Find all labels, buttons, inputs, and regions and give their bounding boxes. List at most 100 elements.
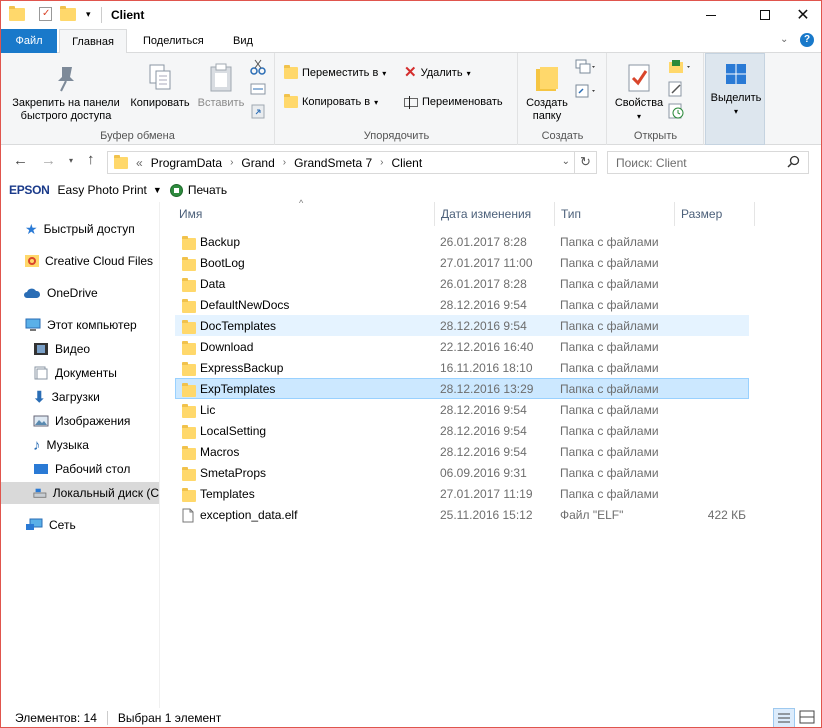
address-dropdown-icon[interactable]: ⌄ — [562, 156, 570, 167]
recent-locations-icon[interactable]: ▾ — [69, 156, 73, 165]
file-date: 16.11.2016 18:10 — [440, 361, 533, 375]
chevron-right-icon[interactable]: › — [283, 157, 286, 168]
column-date[interactable]: Дата изменения — [435, 202, 555, 226]
nav-video[interactable]: Видео — [33, 338, 90, 360]
column-size[interactable]: Размер — [675, 202, 755, 226]
file-date: 26.01.2017 8:28 — [440, 235, 527, 249]
close-button[interactable]: ✕ — [781, 1, 821, 29]
tab-file[interactable]: Файл — [1, 29, 57, 53]
file-row[interactable]: DocTemplates 28.12.2016 9:54 Папка с файла… — [175, 315, 749, 336]
properties-button[interactable]: Свойства ▾ — [610, 63, 668, 123]
nav-downloads[interactable]: ⬇ Загрузки — [33, 386, 100, 408]
back-arrow-icon[interactable]: ← — [13, 152, 28, 169]
breadcrumb-programdata[interactable]: ProgramData — [151, 156, 222, 170]
move-folder-icon — [284, 65, 298, 79]
nav-images[interactable]: Изображения — [33, 410, 130, 432]
file-date: 27.01.2017 11:00 — [440, 256, 533, 270]
network-icon — [26, 518, 43, 530]
nav-network[interactable]: Сеть — [25, 514, 76, 536]
properties-icon[interactable]: ✓ — [39, 7, 52, 21]
new-folder-label-line1: Создать — [526, 97, 568, 109]
address-bar[interactable]: « ProgramData › Grand › GrandSmeta 7 › C… — [107, 151, 597, 174]
open-icon[interactable] — [668, 59, 694, 78]
new-folder-icon[interactable] — [60, 5, 76, 21]
organize-group-label: Упорядочить — [363, 130, 430, 142]
file-row[interactable]: Lic 28.12.2016 9:54 Папка с файлами — [175, 399, 749, 420]
easy-access-icon[interactable] — [575, 83, 597, 102]
new-item-icon[interactable] — [575, 59, 597, 78]
file-row[interactable]: ExpressBackup 16.11.2016 18:10 Папка с фай… — [175, 357, 749, 378]
breadcrumb-grandsmeta[interactable]: GrandSmeta 7 — [294, 156, 372, 170]
file-name: ExpTemplates — [200, 382, 276, 396]
file-row[interactable]: DefaultNewDocs 28.12.2016 9:54 Папка с фай… — [175, 294, 749, 315]
file-row[interactable]: Download 22.12.2016 16:40 Папка с файлами — [175, 336, 749, 357]
search-input[interactable]: Поиск: Client — [607, 151, 809, 174]
file-name: Download — [200, 340, 254, 354]
file-row[interactable]: ExpTemplates 28.12.2016 13:29 Папка с файл… — [175, 378, 749, 399]
title-bar: ✓ ▾ Client ✕ — [1, 1, 821, 29]
copy-path-icon[interactable] — [250, 83, 266, 98]
column-name[interactable]: Имя — [173, 202, 435, 226]
help-icon[interactable]: ? — [800, 33, 814, 47]
paste-button[interactable]: Вставить — [195, 63, 247, 110]
select-button[interactable]: Выделить ▾ — [708, 62, 764, 118]
file-row[interactable]: Templates 27.01.2017 11:19 Папка с файлами — [175, 483, 749, 504]
epson-app-button[interactable]: Easy Photo Print — [58, 183, 147, 197]
customize-qa-icon[interactable]: ▾ — [86, 9, 91, 20]
file-row[interactable]: LocalSetting 28.12.2016 9:54 Папка с файла… — [175, 420, 749, 441]
file-row[interactable]: Macros 28.12.2016 9:54 Папка с файлами — [175, 441, 749, 462]
file-row[interactable]: Backup 26.01.2017 8:28 Папка с файлами — [175, 231, 749, 252]
pin-quick-access-button[interactable]: Закрепить на панели быстрого доступа — [7, 63, 125, 123]
new-folder-button[interactable]: Создать папку — [521, 63, 573, 123]
nav-onedrive[interactable]: OneDrive — [23, 282, 98, 304]
nav-label: Загрузки — [51, 390, 100, 404]
overflow-chevron[interactable]: « — [136, 156, 143, 170]
chevron-right-icon[interactable]: › — [380, 157, 383, 168]
nav-music[interactable]: ♪ Музыка — [33, 434, 89, 456]
column-type[interactable]: Тип — [555, 202, 675, 226]
cut-icon[interactable] — [250, 59, 266, 78]
delete-icon: ✕ — [404, 64, 417, 81]
large-icons-view-button[interactable] — [797, 708, 819, 727]
nav-label: Быстрый доступ — [43, 222, 135, 236]
up-arrow-icon[interactable]: ↑ — [87, 151, 95, 168]
tab-home[interactable]: Главная — [59, 29, 127, 54]
collapse-ribbon-icon[interactable]: ⌄ — [780, 34, 788, 45]
file-row[interactable]: exception_data.elf 25.11.2016 15:12 Файл "… — [175, 504, 749, 525]
edit-icon[interactable] — [668, 81, 684, 100]
music-icon: ♪ — [33, 436, 41, 454]
nav-creative-cloud[interactable]: Creative Cloud Files — [25, 250, 153, 272]
chevron-right-icon[interactable]: › — [230, 157, 233, 168]
file-row[interactable]: SmetaProps 06.09.2016 9:31 Папка с файлами — [175, 462, 749, 483]
forward-arrow-icon[interactable]: → — [41, 152, 56, 169]
select-group[interactable]: Выделить ▾ — [705, 53, 765, 145]
file-date: 26.01.2017 8:28 — [440, 277, 527, 291]
tab-share[interactable]: Поделиться — [133, 29, 214, 53]
nav-this-pc[interactable]: Этот компьютер — [25, 314, 137, 336]
nav-desktop[interactable]: Рабочий стол — [33, 458, 130, 480]
breadcrumb-grand[interactable]: Grand — [241, 156, 274, 170]
dropdown-arrow-icon[interactable]: ▼ — [153, 185, 162, 195]
refresh-icon[interactable]: ↻ — [574, 151, 596, 174]
file-row[interactable]: Data 26.01.2017 8:28 Папка с файлами — [175, 273, 749, 294]
nav-quick-access[interactable]: ★ Быстрый доступ — [25, 218, 135, 240]
copy-button[interactable]: Копировать — [127, 63, 193, 110]
rename-button[interactable]: Переименовать — [404, 95, 503, 109]
minimize-button[interactable] — [689, 1, 733, 29]
file-row[interactable]: BootLog 27.01.2017 11:00 Папка с файлами — [175, 252, 749, 273]
computer-icon — [25, 318, 41, 331]
copy-to-button[interactable]: Копировать в ▾ — [284, 94, 378, 108]
details-view-button[interactable] — [773, 708, 795, 727]
paste-shortcut-icon[interactable] — [250, 103, 266, 122]
epson-print-button[interactable]: Печать — [188, 183, 227, 197]
paste-label: Вставить — [197, 97, 245, 109]
file-type: Папка с файлами — [560, 256, 659, 270]
nav-documents[interactable]: Документы — [33, 362, 117, 384]
delete-button[interactable]: ✕ Удалить ▾ — [404, 64, 471, 81]
tab-view[interactable]: Вид — [223, 29, 263, 53]
nav-local-disk[interactable]: Локальный диск (C — [1, 482, 159, 504]
history-icon[interactable] — [668, 103, 684, 122]
file-type: Папка с файлами — [560, 403, 659, 417]
breadcrumb-client[interactable]: Client — [392, 156, 423, 170]
move-to-button[interactable]: Переместить в ▾ — [284, 65, 386, 79]
